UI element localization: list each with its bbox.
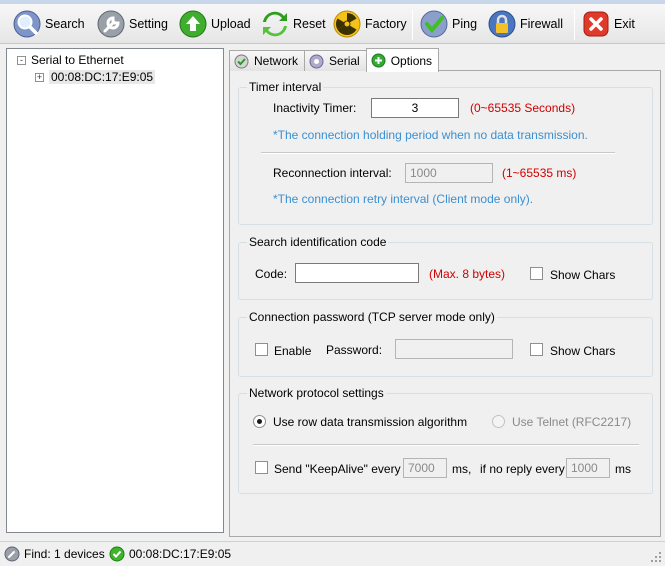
row-data-radio[interactable] — [253, 415, 266, 428]
tab-options[interactable]: Options — [365, 48, 440, 72]
timer-interval-group: Timer interval Inactivity Timer: (0~6553… — [238, 80, 653, 225]
expand-toggle[interactable]: + — [35, 72, 44, 82]
firewall-label: Firewall — [520, 17, 564, 31]
inactivity-timer-label: Inactivity Timer: — [273, 101, 357, 115]
check-circle-icon — [109, 546, 125, 562]
toolbar-separator — [574, 10, 575, 40]
tab-network[interactable]: Network — [229, 50, 306, 71]
noreply-interval-input[interactable] — [566, 458, 610, 478]
password-show-chars-checkbox[interactable] — [530, 343, 543, 356]
toolbar-separator — [412, 10, 413, 40]
serial-disc-icon — [309, 54, 324, 68]
password-group-title: Connection password (TCP server mode onl… — [247, 310, 497, 324]
check-circle-icon — [420, 10, 448, 38]
tab-serial[interactable]: Serial — [304, 50, 367, 71]
factory-button[interactable]: Factory — [332, 7, 407, 41]
upload-button[interactable]: Upload — [178, 7, 251, 41]
password-label: Password: — [326, 343, 383, 357]
inactivity-hint: *The connection holding period when no d… — [273, 128, 588, 142]
enable-password-label: Enable — [274, 344, 312, 358]
keepalive-checkbox[interactable] — [255, 461, 268, 474]
code-label: Code: — [255, 267, 288, 281]
firewall-button[interactable]: Firewall — [487, 7, 563, 41]
lock-shield-icon — [488, 10, 516, 38]
noreply-unit: ms — [615, 462, 631, 476]
search-code-title: Search identification code — [247, 235, 389, 249]
find-status-text: Find: 1 devices — [24, 547, 105, 561]
code-input[interactable] — [295, 263, 419, 283]
password-group: Connection password (TCP server mode onl… — [238, 310, 653, 377]
resize-grip-icon[interactable] — [650, 551, 662, 563]
timer-divider — [261, 152, 615, 154]
device-tree[interactable]: - Serial to Ethernet + 00:08:DC:17:E9:05 — [6, 48, 224, 533]
collapse-toggle[interactable]: - — [17, 55, 26, 65]
search-show-chars-checkbox[interactable] — [530, 267, 543, 280]
exit-label: Exit — [614, 17, 635, 31]
factory-label: Factory — [365, 17, 407, 31]
wrench-icon — [4, 546, 20, 562]
status-bar: Find: 1 devices 00:08:DC:17:E9:05 — [0, 541, 665, 566]
tab-network-label: Network — [254, 54, 299, 68]
recycle-icon — [263, 11, 287, 37]
toolbar: Search Setting Upload Reset Factory Ping… — [0, 4, 665, 44]
tab-options-label: Options — [390, 53, 433, 68]
keepalive-label: Send "KeepAlive" every — [274, 462, 401, 476]
exit-button[interactable]: Exit — [581, 7, 635, 41]
tree-root-item[interactable]: - Serial to Ethernet — [17, 52, 124, 68]
telnet-label: Use Telnet (RFC2217) — [512, 415, 632, 429]
code-max-hint: (Max. 8 bytes) — [429, 267, 506, 281]
radiation-icon — [333, 10, 361, 38]
upload-arrow-icon — [179, 10, 207, 38]
telnet-radio[interactable] — [492, 415, 505, 428]
tree-root-label: Serial to Ethernet — [31, 53, 124, 67]
search-show-chars-label: Show Chars — [550, 268, 616, 282]
close-x-icon — [583, 11, 609, 37]
network-check-icon — [234, 54, 249, 68]
tree-device-label: 00:08:DC:17:E9:05 — [49, 70, 156, 84]
magnifier-icon — [13, 10, 41, 38]
row-data-label: Use row data transmission algorithm — [273, 415, 468, 429]
reconnect-interval-input[interactable] — [405, 163, 493, 183]
options-tab-panel: Timer interval Inactivity Timer: (0~6553… — [229, 70, 661, 537]
wrench-icon — [97, 10, 125, 38]
find-status: Find: 1 devices — [4, 546, 105, 562]
ping-label: Ping — [452, 17, 478, 31]
reconnect-interval-label: Reconnection interval: — [273, 166, 392, 180]
upload-label: Upload — [211, 17, 251, 31]
protocol-divider — [253, 444, 639, 446]
reconnect-range: (1~65535 ms) — [502, 166, 577, 180]
device-status-text: 00:08:DC:17:E9:05 — [129, 547, 232, 561]
search-code-group: Search identification code Code: (Max. 8… — [238, 235, 653, 300]
setting-button[interactable]: Setting — [96, 7, 168, 41]
tab-strip: Network Serial Options — [229, 48, 440, 72]
inactivity-timer-input[interactable] — [371, 98, 459, 118]
inactivity-range: (0~65535 Seconds) — [470, 101, 576, 115]
keepalive-interval-input[interactable] — [403, 458, 447, 478]
timer-interval-title: Timer interval — [247, 80, 324, 94]
password-input[interactable] — [395, 339, 513, 359]
search-button[interactable]: Search — [12, 7, 85, 41]
search-label: Search — [45, 17, 85, 31]
options-plus-icon — [371, 53, 386, 68]
ping-button[interactable]: Ping — [419, 7, 477, 41]
reset-button[interactable]: Reset — [260, 7, 326, 41]
reset-label: Reset — [293, 17, 326, 31]
protocol-group: Network protocol settings Use row data t… — [238, 386, 653, 494]
setting-label: Setting — [129, 17, 168, 31]
keepalive-unit: ms, — [452, 462, 472, 476]
tree-device-item[interactable]: + 00:08:DC:17:E9:05 — [35, 69, 156, 85]
password-show-chars-label: Show Chars — [550, 344, 616, 358]
tab-serial-label: Serial — [329, 54, 360, 68]
enable-password-checkbox[interactable] — [255, 343, 268, 356]
protocol-group-title: Network protocol settings — [247, 386, 386, 400]
device-status: 00:08:DC:17:E9:05 — [109, 546, 231, 562]
noreply-label: if no reply every — [480, 462, 565, 476]
reconnect-hint: *The connection retry interval (Client m… — [273, 192, 534, 206]
